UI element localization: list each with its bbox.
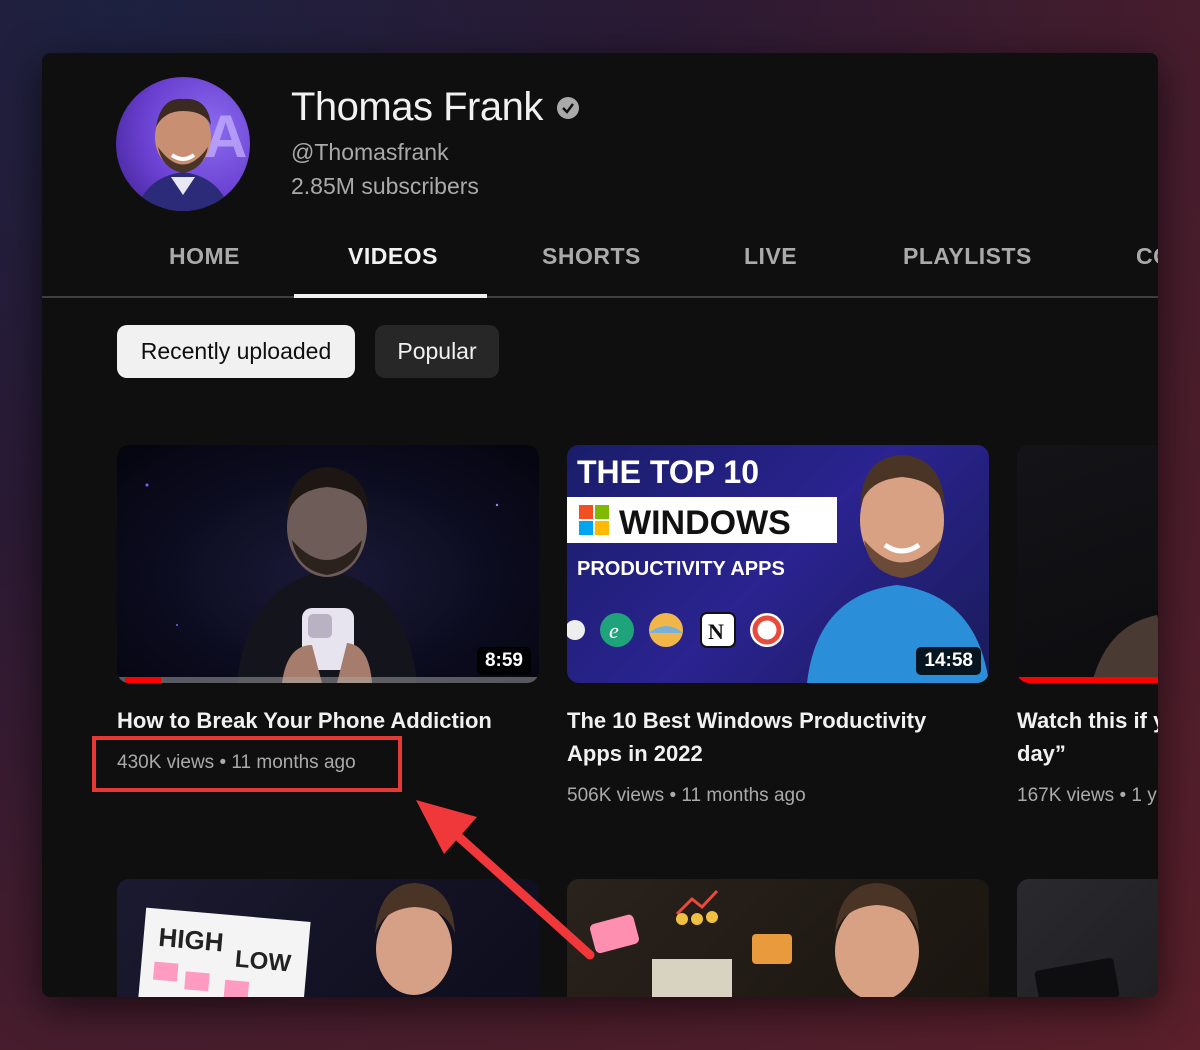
annotation-arrow [416,800,595,960]
